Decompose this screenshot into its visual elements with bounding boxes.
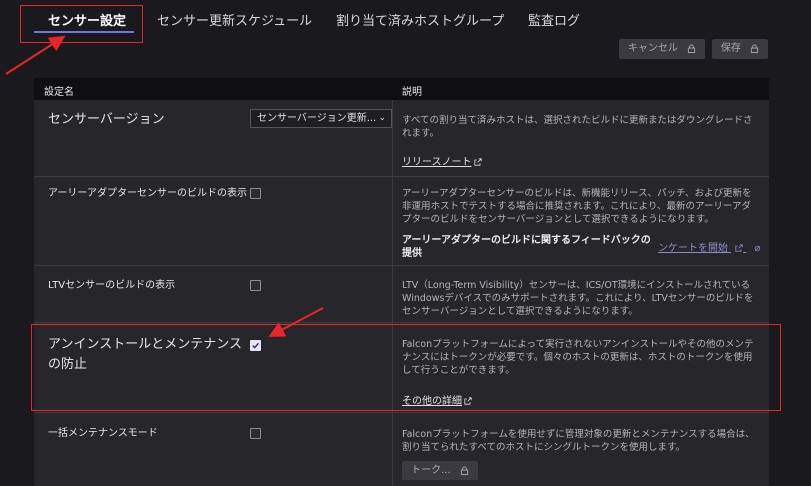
save-label: 保存: [720, 43, 741, 54]
row-divider: [34, 412, 769, 413]
setting-description: アーリーアダプターセンサーのビルドは、新機能リリース、パッチ、および更新を非運用…: [402, 188, 752, 225]
row-divider: [34, 265, 769, 266]
external-link-icon: [464, 397, 472, 405]
uninstall-protection-checkbox[interactable]: [250, 340, 261, 351]
tab-sensor-settings[interactable]: センサー設定: [48, 10, 126, 29]
lock-icon: [687, 43, 696, 53]
setting-name: アーリーアダプターセンサーのビルドの表示: [48, 188, 247, 199]
row-divider: [34, 322, 769, 323]
more-details-link[interactable]: その他の詳細: [402, 392, 472, 407]
tab-bar: センサー設定 センサー更新スケジュール 割り当て済みホストグループ 監査ログ: [0, 0, 811, 36]
cancel-label: キャンセル: [627, 43, 678, 54]
cancel-button[interactable]: キャンセル: [619, 39, 705, 59]
setting-description: Falconプラットフォームによって実行されないアンインストールやその他のメンテ…: [402, 339, 754, 376]
bulk-maintenance-checkbox[interactable]: [250, 428, 261, 439]
checkmark-icon: [252, 342, 259, 349]
settings-table: 設定名 説明 センサーバージョン センサーバージョン更新... ⌄ すべての割り…: [34, 78, 769, 486]
lock-icon: ⌀: [754, 243, 761, 254]
link-label: リリースノート: [402, 157, 472, 168]
setting-name: LTVセンサーのビルドの表示: [48, 280, 176, 291]
lock-icon: [460, 465, 468, 475]
feedback-label: アーリーアダプターのビルドに関するフィードバックの提供: [402, 235, 651, 259]
column-divider: [392, 100, 393, 486]
external-link-icon: [473, 158, 482, 166]
setting-description: すべての割り当て済みホストは、選択されたビルドに更新またはダウングレードされます…: [402, 115, 753, 139]
early-adopter-checkbox[interactable]: [250, 188, 261, 199]
lock-icon: [750, 43, 759, 53]
setting-name: アンインストールとメンテナンスの防止: [48, 337, 242, 372]
tab-assigned-host-groups[interactable]: 割り当て済みホストグループ: [336, 10, 504, 29]
header-setting-name: 設定名: [44, 87, 74, 98]
select-value: センサーバージョン更新...: [257, 113, 377, 124]
active-tab-indicator: [34, 31, 134, 33]
release-notes-link[interactable]: リリースノート: [402, 153, 482, 168]
tab-sensor-update-schedule[interactable]: センサー更新スケジュール: [157, 10, 312, 29]
annotation-arrow-tab: [5, 35, 66, 75]
ltv-checkbox[interactable]: [250, 280, 261, 291]
setting-name: 一括メンテナンスモード: [48, 428, 158, 439]
link-label: その他の詳細: [402, 396, 462, 407]
token-button[interactable]: トーク...: [402, 461, 478, 480]
token-button-label: トーク...: [411, 465, 451, 476]
sensor-version-select[interactable]: センサーバージョン更新... ⌄: [250, 109, 392, 128]
survey-link-label: ンケートを開始: [658, 243, 728, 254]
setting-description: Falconプラットフォームを使用せずに管理対象の更新とメンテナンスする場合は、…: [402, 429, 755, 453]
header-description: 説明: [402, 87, 422, 98]
external-link-icon: [735, 244, 743, 252]
save-button[interactable]: 保存: [712, 39, 768, 59]
row-divider: [34, 176, 769, 177]
setting-description: LTV（Long-Term Visibility）センサーは、ICS/OT環境に…: [402, 280, 754, 317]
tab-audit-log[interactable]: 監査ログ: [528, 10, 580, 29]
chevron-down-icon: ⌄: [378, 113, 386, 123]
table-header: 設定名 説明: [34, 78, 769, 100]
setting-name: センサーバージョン: [48, 112, 165, 127]
start-survey-link[interactable]: ンケートを開始 ⌀: [658, 239, 760, 254]
